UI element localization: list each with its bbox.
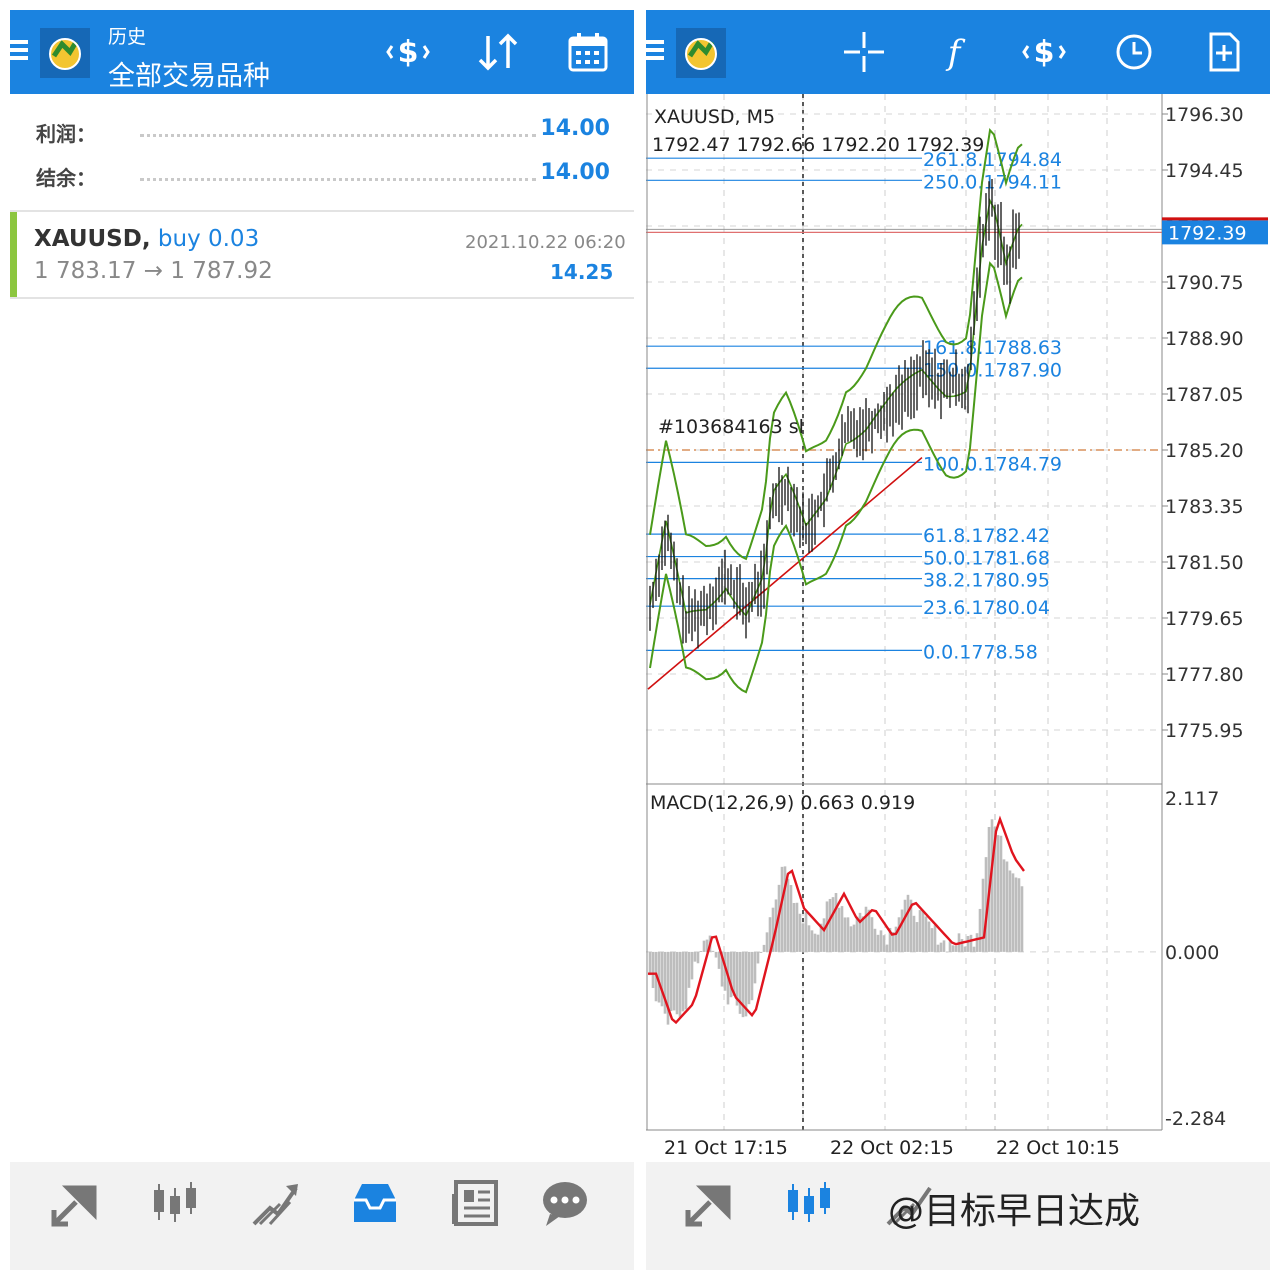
price-tick-label: 1796.30 [1165, 104, 1244, 126]
current-price-label: 1792.39 [1168, 222, 1247, 244]
trade-icon[interactable] [50, 1178, 100, 1228]
indicators-icon[interactable]: f [932, 32, 976, 73]
svg-text:f: f [945, 33, 966, 72]
sort-icon[interactable] [476, 32, 520, 72]
profit-label: 利润： [36, 122, 96, 146]
stop-loss-label: #103684163 sl [658, 416, 804, 438]
profit-indicator [10, 212, 17, 297]
fib-level-label: 38.2.1780.95 [923, 570, 1050, 592]
menu-icon[interactable] [646, 40, 664, 62]
trade-profit: 14.25 [550, 260, 614, 284]
price-tick-label: 1783.35 [1165, 496, 1244, 518]
macd-tick-label: -2.284 [1165, 1108, 1226, 1130]
svg-text:$: $ [398, 35, 419, 70]
macd-label: MACD(12,26,9) 0.663 0.919 [650, 792, 916, 814]
divider-dots [140, 134, 536, 137]
price-tick-label: 1787.05 [1165, 384, 1244, 406]
header-title: 历史 [108, 26, 147, 48]
trade-symbol: XAUUSD, [34, 226, 151, 252]
news-icon[interactable] [450, 1178, 500, 1228]
trade-icon[interactable] [684, 1178, 734, 1228]
divider [10, 297, 634, 299]
chat-icon[interactable] [540, 1178, 590, 1228]
time-label: 21 Oct 17:15 [664, 1137, 788, 1159]
clock-icon[interactable] [1112, 32, 1156, 72]
trade-side: buy 0.03 [157, 226, 260, 252]
chart-ohlc: 1792.47 1792.66 1792.20 1792.39 [652, 134, 985, 156]
symbol-filter[interactable]: 全部交易品种 [108, 54, 270, 93]
svg-text:$: $ [1034, 35, 1055, 70]
fib-level-label: 0.0.1778.58 [923, 641, 1038, 663]
watermark: @目标早日达成 [888, 1191, 1141, 1232]
divider-dots [140, 178, 536, 181]
history-icon[interactable] [350, 1178, 400, 1228]
price-tick-label: 1777.80 [1165, 664, 1244, 686]
chart-icon[interactable] [250, 1178, 300, 1228]
profit-value: 14.00 [540, 116, 610, 141]
trade-row[interactable]: XAUUSD, buy 0.03 1 783.17 → 1 787.92 202… [10, 212, 634, 297]
price-tick-label: 1794.45 [1165, 160, 1244, 182]
crosshair-icon[interactable] [842, 32, 886, 72]
time-label: 22 Oct 02:15 [830, 1137, 954, 1159]
macd-indicator [648, 815, 1025, 1025]
calendar-icon[interactable] [566, 32, 610, 72]
fib-level-label: 50.0.1781.68 [923, 548, 1050, 570]
price-tick-label: 1785.20 [1165, 440, 1244, 462]
balance-value: 14.00 [540, 160, 610, 185]
chart-symbol: XAUUSD, M5 [654, 106, 776, 128]
price-tick-label: 1779.65 [1165, 608, 1244, 630]
menu-icon[interactable] [10, 40, 28, 62]
price-tick-label: 1790.75 [1165, 272, 1244, 294]
balance-label: 结余： [36, 166, 96, 190]
trade-title: XAUUSD, buy 0.03 [34, 226, 259, 252]
trade-prices: 1 783.17 → 1 787.92 [34, 258, 273, 284]
new-order-icon[interactable] [1202, 32, 1246, 72]
deposit-icon[interactable]: $ [386, 32, 430, 72]
metatrader-logo-icon [676, 28, 726, 78]
metatrader-logo-icon [40, 28, 90, 78]
macd-tick-label: 2.117 [1165, 788, 1219, 810]
trade-datetime: 2021.10.22 06:20 [465, 232, 626, 253]
deposit-icon[interactable]: $ [1022, 32, 1066, 72]
fib-level-label: 23.6.1780.04 [923, 597, 1050, 619]
time-label: 22 Oct 10:15 [996, 1137, 1120, 1159]
chart-header: f $ [646, 10, 1270, 94]
price-tick-label: 1775.95 [1165, 720, 1244, 742]
quotes-icon[interactable] [784, 1178, 834, 1228]
price-tick-label: 1788.90 [1165, 328, 1244, 350]
quotes-icon[interactable] [150, 1178, 200, 1228]
ask-marker [1162, 217, 1268, 221]
price-chart[interactable]: 261.8.1794.84 250.0.1794.11 161.8.1788.63 1… [646, 94, 1270, 1162]
chart-grid [646, 94, 1162, 1130]
history-header: 历史 全部交易品种 $ [10, 10, 634, 94]
price-tick-label: 1781.50 [1165, 552, 1244, 574]
macd-tick-label: 0.000 [1165, 942, 1219, 964]
fib-level-label: 61.8.1782.42 [923, 525, 1050, 547]
